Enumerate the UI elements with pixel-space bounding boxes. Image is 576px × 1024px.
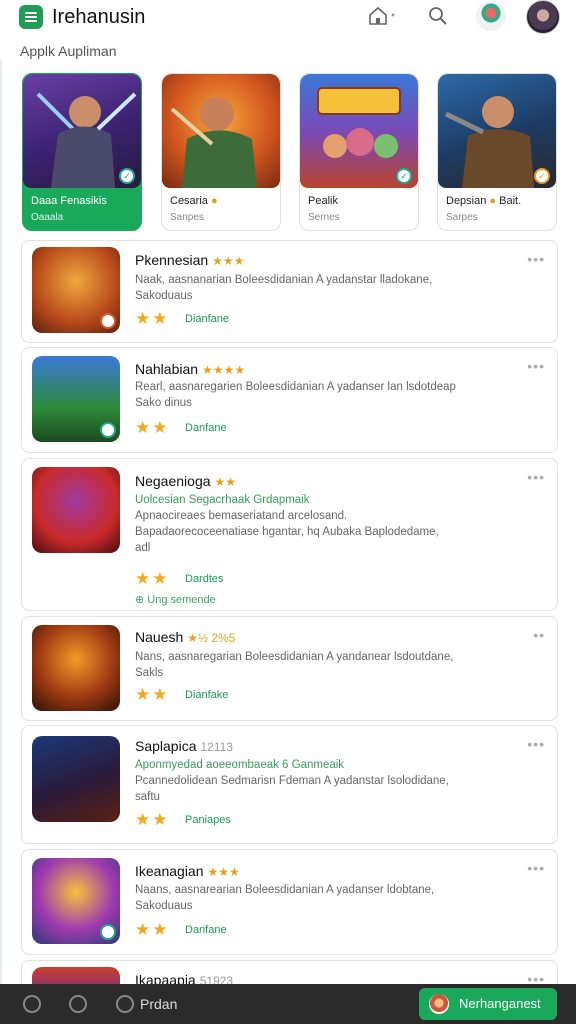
item-tag[interactable]: Dianfane xyxy=(185,313,229,325)
item-title-text: Nauesh xyxy=(135,629,184,645)
star-rating: ★★ xyxy=(135,810,170,829)
star-rating: ★★ xyxy=(135,685,170,704)
featured-row: ✓ Daaa Fenasikis Oaaala Cesaria ● Sanpes… xyxy=(22,73,562,233)
tile-title: Pealik xyxy=(308,195,338,207)
featured-tile[interactable]: ✓ Pealik Sernes xyxy=(299,73,419,231)
item-description: Uolcesian Segacrhaak Grdapmaik Apnaocire… xyxy=(135,494,439,554)
star-rating: ★★ xyxy=(135,309,170,328)
coin-icon: ● xyxy=(489,195,497,207)
game-thumbnail xyxy=(32,625,120,711)
list-item[interactable]: Saplapica 12113 Aponmyedad aoeeombaeak 6 … xyxy=(21,725,558,844)
item-tag[interactable]: Dardtes xyxy=(185,573,224,585)
user-avatar[interactable] xyxy=(526,0,560,34)
tile-subtitle: Oaaala xyxy=(31,212,64,223)
item-title-text: Nahlabian xyxy=(135,361,199,377)
chat-icon[interactable] xyxy=(69,995,87,1013)
item-description: Aponmyedad aoeeombaeak 6 Ganmeaik Pcanne… xyxy=(135,759,449,803)
item-title-text: Pkennesian xyxy=(135,252,209,268)
item-rating: ★★★ xyxy=(207,865,240,879)
notification-avatar[interactable] xyxy=(476,1,506,31)
list-item[interactable]: Nauesh ★½ 2%5 Nans, aasnaregarian Boleesd… xyxy=(21,616,558,721)
game-thumbnail xyxy=(32,467,120,553)
star-rating: ★★ xyxy=(135,418,170,437)
game-thumbnail xyxy=(32,356,120,442)
item-title: Ikeanagian ★★★ xyxy=(135,863,240,879)
divider xyxy=(0,60,2,990)
item-title-text: Ikeanagian xyxy=(135,863,204,879)
featured-tile[interactable]: Cesaria ● Sanpes xyxy=(161,73,281,231)
item-title: Nahlabian ★★★★ xyxy=(135,361,245,377)
help-icon[interactable] xyxy=(116,995,134,1013)
item-rating: ★★★★ xyxy=(202,363,246,377)
star-rating: ★★ xyxy=(135,920,170,939)
check-icon: ✓ xyxy=(119,168,135,184)
item-tag[interactable]: Paniapes xyxy=(185,814,231,826)
cta-label: Nerhanganest xyxy=(459,996,541,1011)
tile-subtitle: Sanpes xyxy=(170,212,204,223)
game-thumbnail xyxy=(32,858,120,944)
item-description: Naans, aasnarearian Boleesdidanian A yad… xyxy=(135,884,435,912)
bottom-label[interactable]: Prdan xyxy=(140,996,177,1012)
game-thumbnail xyxy=(32,247,120,333)
star-rating: ★★ xyxy=(135,569,170,588)
item-description: Rearl, aasnaregarien Boleesdidanian A ya… xyxy=(135,381,456,409)
more-options-icon[interactable]: ••• xyxy=(527,736,545,752)
item-tag[interactable]: Dianfake xyxy=(185,689,228,701)
tile-title-text: Cesaria xyxy=(170,195,208,207)
item-description: Nans, aasnaregarian Boleesdidanian A yan… xyxy=(135,651,454,679)
item-title: Pkennesian ★★★ xyxy=(135,252,244,268)
section-subtitle: Applk Aupliman xyxy=(20,43,117,59)
tile-title-text: Depsian xyxy=(446,195,487,207)
game-thumbnail xyxy=(32,736,120,822)
list-item[interactable]: Pkennesian ★★★ Naak, aasnanarian Boleesdi… xyxy=(21,240,558,343)
more-options-icon[interactable]: ••• xyxy=(527,251,545,267)
tile-title: Daaa Fenasikis xyxy=(31,195,107,207)
app-title: Irehanusin xyxy=(52,6,146,28)
list-item[interactable]: Nahlabian ★★★★ Rearl, aasnaregarien Bolee… xyxy=(21,347,558,453)
tile-subtitle: Sarpes xyxy=(446,212,478,223)
menu-icon[interactable] xyxy=(19,5,43,29)
more-options-icon[interactable]: ••• xyxy=(527,358,545,374)
app-header: Irehanusin xyxy=(0,0,576,40)
bottom-bar: Prdan Nerhanganest xyxy=(0,984,576,1024)
list-item[interactable]: Negaenioga ★★ Uolcesian Segacrhaak Grdapm… xyxy=(21,458,558,611)
item-tag[interactable]: Danfane xyxy=(185,422,227,434)
item-extra-link[interactable]: ⊕ Ung semende xyxy=(135,593,216,606)
tile-title: Depsian ● Bait. xyxy=(446,195,521,207)
info-icon[interactable] xyxy=(23,995,41,1013)
item-title: Saplapica 12113 xyxy=(135,738,233,754)
check-icon: ✓ xyxy=(534,168,550,184)
list-item[interactable]: Ikeanagian ★★★ Naans, aasnarearian Bolees… xyxy=(21,849,558,955)
cta-avatar xyxy=(429,994,449,1014)
more-options-icon[interactable]: ••• xyxy=(527,469,545,485)
item-title: Negaenioga ★★ xyxy=(135,473,236,489)
item-rating: 12113 xyxy=(200,740,233,754)
featured-tile[interactable]: ✓ Depsian ● Bait. Sarpes xyxy=(437,73,557,231)
coin-icon: ● xyxy=(210,195,218,207)
more-options-icon[interactable]: •• xyxy=(533,627,545,643)
game-art xyxy=(162,74,280,188)
item-tag[interactable]: Danfane xyxy=(185,924,227,936)
home-icon[interactable] xyxy=(368,6,398,26)
featured-tile[interactable]: ✓ Daaa Fenasikis Oaaala xyxy=(22,73,142,231)
check-icon: ✓ xyxy=(396,168,412,184)
item-title-text: Negaenioga xyxy=(135,473,211,489)
item-title: Nauesh ★½ 2%5 xyxy=(135,629,235,645)
item-description: Naak, aasnanarian Boleesdidanian A yadan… xyxy=(135,274,433,302)
primary-cta-button[interactable]: Nerhanganest xyxy=(419,988,557,1020)
item-rating: ★★ xyxy=(214,475,237,489)
more-options-icon[interactable]: ••• xyxy=(527,860,545,876)
item-title-text: Saplapica xyxy=(135,738,197,754)
search-icon[interactable] xyxy=(428,6,448,26)
tile-title-suffix: Bait. xyxy=(499,195,522,207)
item-rating: ★★★ xyxy=(212,254,245,268)
tile-subtitle: Sernes xyxy=(308,212,340,223)
tile-title: Cesaria ● xyxy=(170,195,218,207)
item-rating: ★½ 2%5 xyxy=(187,631,236,645)
